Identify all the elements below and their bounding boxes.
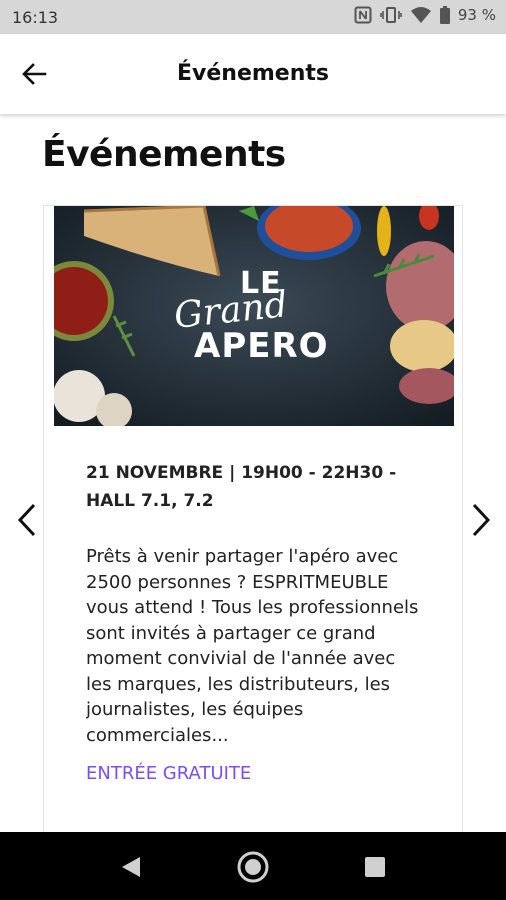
nfc-icon [354, 6, 372, 24]
recents-square-icon [365, 857, 385, 877]
app-title: Événements [177, 61, 329, 86]
back-triangle-icon [122, 857, 140, 877]
nav-back-button[interactable] [114, 850, 148, 884]
battery-percent: 93 % [457, 6, 496, 24]
nav-recents-button[interactable] [358, 850, 392, 884]
page-title: Événements [42, 134, 286, 175]
event-card[interactable]: LE Grand APERO 21 NOVEMBRE | 19H00 - 22H… [43, 205, 463, 845]
wifi-icon [410, 6, 432, 24]
grand-apero-logo: LE Grand APERO [54, 206, 454, 426]
logo-line-apero: APERO [194, 326, 329, 366]
chevron-right-icon [472, 503, 491, 537]
app-bar: Événements [0, 34, 506, 114]
home-circle-icon [237, 851, 269, 883]
event-description: Prêts à venir partager l'apéro avec 2500… [86, 546, 419, 746]
event-image: LE Grand APERO [54, 206, 454, 426]
status-icons: 93 % [354, 6, 496, 24]
carousel-prev-button[interactable] [12, 498, 42, 542]
free-entry-link[interactable]: ENTRÉE GRATUITE [86, 763, 252, 784]
event-date-location: 21 NOVEMBRE | 19H00 - 22H30 - HALL 7.1, … [86, 463, 397, 511]
status-time: 16:13 [12, 8, 59, 27]
carousel-next-button[interactable] [466, 498, 496, 542]
battery-icon [439, 6, 450, 24]
chevron-left-icon [17, 503, 36, 537]
vibrate-icon [380, 6, 402, 24]
nav-home-button[interactable] [236, 850, 270, 884]
system-nav-bar [0, 832, 506, 900]
status-bar: 16:13 93 % [0, 0, 506, 34]
